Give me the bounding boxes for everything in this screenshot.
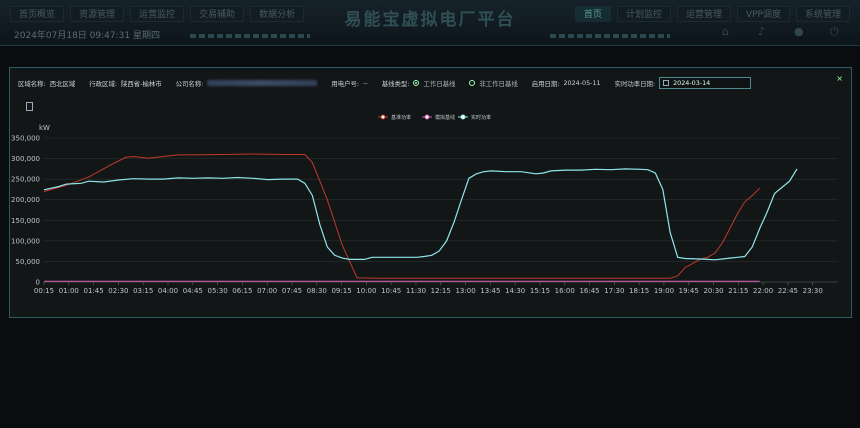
title-wrap: 易能宝虚拟电厂平台	[340, 0, 520, 34]
x-tick-label: 12:15	[431, 287, 451, 295]
legend-label: 模拟基线	[435, 114, 455, 121]
y-tick-label: 100,000	[11, 237, 40, 245]
x-tick-label: 08:30	[307, 287, 327, 295]
y-tick-label: 350,000	[11, 135, 40, 143]
y-tick-label: 50,000	[16, 258, 41, 266]
top-header: 首页概览 资源管理 运营监控 交易辅助 数据分析 2024年07月18日 09:…	[0, 0, 860, 46]
power-line-chart: 0 50,000 100,000 150,000 200,000 250,000 300,0…	[11, 114, 838, 295]
app-title: 易能宝虚拟电厂平台	[344, 9, 516, 30]
y-tick-label: 0	[36, 279, 40, 287]
nav-left-item-1[interactable]: 资源管理	[70, 6, 125, 22]
nav-right-item-1[interactable]: 计划监控	[616, 6, 671, 22]
nav-left-item-3[interactable]: 交易辅助	[190, 6, 245, 22]
series-line-0	[43, 153, 761, 279]
x-tick-label: 21:15	[728, 287, 748, 295]
logout-icon[interactable]: ⏻	[830, 26, 842, 38]
y-axis-unit: kW	[39, 124, 50, 132]
x-tick-label: 05:30	[207, 287, 227, 295]
datetime-display: 2024年07月18日 09:47:31 星期四	[14, 31, 160, 41]
x-tick-label: 04:00	[158, 287, 178, 295]
x-tick-label: 04:45	[183, 287, 203, 295]
x-tick-label: 16:00	[555, 287, 575, 295]
x-tick-label: 00:15	[34, 287, 54, 295]
x-tick-label: 14:30	[505, 287, 525, 295]
user-icon[interactable]: ●	[794, 26, 806, 38]
header-icons: ⌂ ♪ ● ⏻	[722, 26, 842, 38]
nav-left-item-0[interactable]: 首页概览	[10, 6, 65, 22]
x-tick-label: 19:45	[679, 287, 699, 295]
nav-right-item-4[interactable]: 系统管理	[795, 6, 850, 22]
series-line-2	[43, 168, 798, 261]
x-tick-label: 09:15	[331, 287, 351, 295]
nav-right: 首页 计划监控 运营管理 VPP调度 系统管理	[574, 6, 850, 22]
x-tick-label: 10:45	[381, 287, 401, 295]
title-decoration-left	[190, 34, 310, 38]
x-tick-label: 01:00	[59, 287, 79, 295]
x-tick-label: 16:45	[579, 287, 599, 295]
x-tick-label: 19:00	[654, 287, 674, 295]
nav-left-item-4[interactable]: 数据分析	[250, 6, 305, 22]
legend-swatch-marker	[380, 114, 386, 120]
legend-label: 基准功率	[391, 114, 411, 121]
y-tick-label: 250,000	[11, 176, 40, 184]
x-tick-label: 13:45	[480, 287, 500, 295]
x-tick-label: 18:15	[629, 287, 649, 295]
y-tick-label: 150,000	[11, 217, 40, 225]
x-tick-label: 07:00	[257, 287, 277, 295]
y-tick-label: 300,000	[11, 155, 40, 163]
nav-left-item-2[interactable]: 运营监控	[130, 6, 185, 22]
title-decoration-right	[550, 34, 670, 38]
baseline-chart-modal: 区域名称: 西北区域 行政区域: 陕西省-榆林市 公司名称: 用电户号: -- …	[9, 67, 852, 318]
x-tick-label: 17:30	[604, 287, 624, 295]
nav-left: 首页概览 资源管理 运营监控 交易辅助 数据分析	[10, 6, 305, 22]
x-tick-label: 11:30	[406, 287, 426, 295]
legend-swatch-marker	[460, 114, 466, 120]
x-tick-label: 22:45	[778, 287, 798, 295]
bell-icon[interactable]: ♪	[758, 26, 770, 38]
nav-right-item-2[interactable]: 运营管理	[676, 6, 731, 22]
x-tick-label: 03:15	[133, 287, 153, 295]
x-tick-label: 07:45	[282, 287, 302, 295]
nav-right-item-3[interactable]: VPP调度	[736, 6, 790, 22]
legend-label: 实时功率	[471, 114, 491, 121]
x-tick-label: 06:15	[232, 287, 252, 295]
x-tick-label: 02:30	[108, 287, 128, 295]
x-tick-label: 15:15	[530, 287, 550, 295]
nav-right-item-0[interactable]: 首页	[574, 6, 611, 22]
y-tick-label: 200,000	[11, 196, 40, 204]
x-tick-label: 10:00	[356, 287, 376, 295]
x-tick-label: 01:45	[84, 287, 104, 295]
x-tick-label: 13:00	[455, 287, 475, 295]
x-tick-label: 23:30	[803, 287, 823, 295]
legend-swatch-marker	[424, 114, 430, 120]
x-tick-label: 22:00	[753, 287, 773, 295]
x-tick-label: 20:30	[703, 287, 723, 295]
home-icon[interactable]: ⌂	[722, 26, 734, 38]
